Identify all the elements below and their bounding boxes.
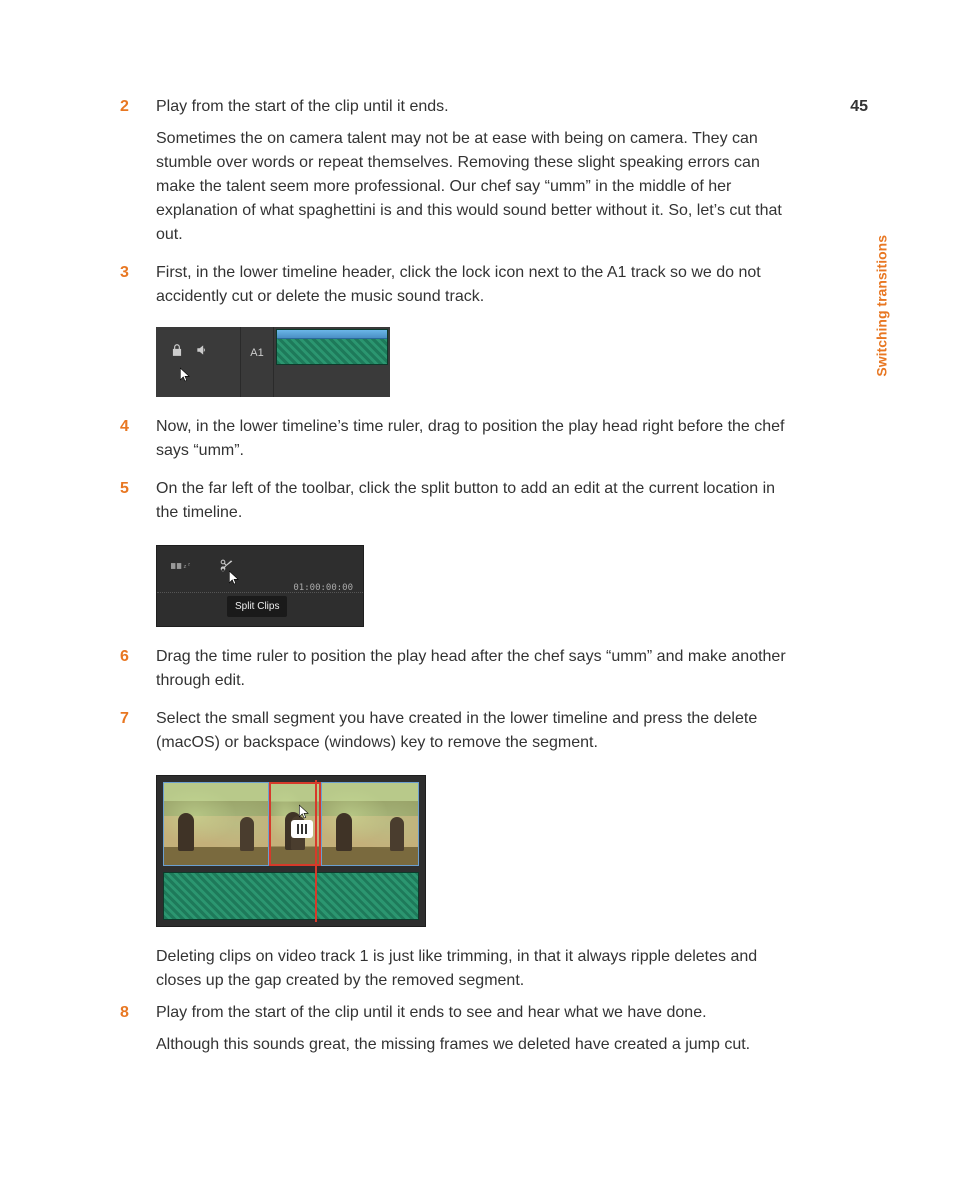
snap-icon: zz [171, 559, 193, 573]
step-3: 3 First, in the lower timeline header, c… [120, 261, 800, 317]
timeline-ruler [157, 592, 363, 593]
step-4: 4 Now, in the lower timeline’s time rule… [120, 415, 800, 471]
cursor-icon [227, 568, 241, 586]
step-text: First, in the lower timeline header, cli… [156, 261, 800, 309]
figure-timeline-segment [156, 775, 426, 927]
step-5: 5 On the far left of the toolbar, click … [120, 477, 800, 533]
page-number: 45 [850, 95, 868, 119]
step-text: Drag the time ruler to position the play… [156, 645, 800, 693]
step-number: 5 [120, 477, 156, 533]
figure-lock-track: A1 [156, 327, 390, 397]
playhead [315, 780, 317, 922]
step-number: 4 [120, 415, 156, 471]
step-number: 8 [120, 1001, 156, 1065]
step-6: 6 Drag the time ruler to position the pl… [120, 645, 800, 701]
page-content: 2 Play from the start of the clip until … [120, 95, 800, 1065]
timecode-label: 01:00:00:00 [293, 582, 353, 596]
audio-track [163, 872, 419, 920]
step-text: Although this sounds great, the missing … [156, 1033, 800, 1057]
step-number: 7 [120, 707, 156, 763]
step-8: 8 Play from the start of the clip until … [120, 1001, 800, 1065]
tooltip: Split Clips [227, 596, 287, 617]
step-number: 3 [120, 261, 156, 317]
speaker-icon [194, 343, 210, 357]
step-number: 6 [120, 645, 156, 701]
section-side-label: Switching transitions [872, 235, 893, 377]
video-clip [163, 782, 269, 866]
step-text: Sometimes the on camera talent may not b… [156, 127, 800, 247]
step-text: On the far left of the toolbar, click th… [156, 477, 800, 525]
svg-text:z: z [188, 561, 190, 566]
track-label: A1 [240, 327, 274, 397]
cursor-icon [297, 802, 311, 820]
step-text: Now, in the lower timeline’s time ruler,… [156, 415, 800, 463]
video-clip [321, 782, 419, 866]
step-text: Select the small segment you have create… [156, 707, 800, 755]
figure-split-clips: zz 01:00:00:00 Split Clips [156, 545, 364, 627]
lock-icon [170, 343, 184, 357]
body-text: Deleting clips on video track 1 is just … [156, 945, 800, 993]
svg-text:z: z [183, 564, 186, 570]
cursor-icon [178, 365, 192, 383]
step-text: Play from the start of the clip until it… [156, 95, 800, 119]
step-7: 7 Select the small segment you have crea… [120, 707, 800, 763]
trim-handle-icon [291, 820, 313, 838]
audio-waveform [276, 329, 388, 365]
step-number: 2 [120, 95, 156, 255]
step-text: Play from the start of the clip until it… [156, 1001, 800, 1025]
step-2: 2 Play from the start of the clip until … [120, 95, 800, 255]
